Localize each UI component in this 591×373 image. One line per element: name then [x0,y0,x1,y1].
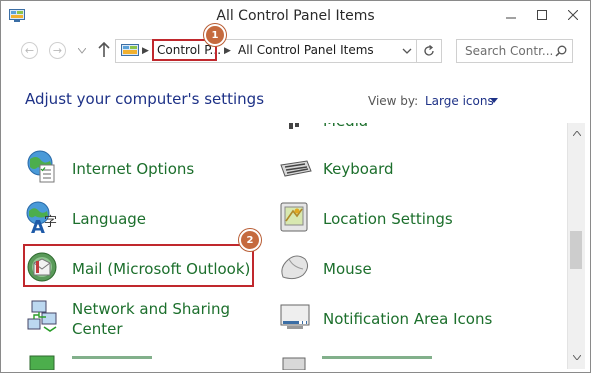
network-icon [27,300,57,332]
item-label: Location Settings [323,210,453,228]
view-by-label: View by: [368,94,419,108]
vertical-scrollbar[interactable] [567,123,585,369]
close-button[interactable] [558,1,588,29]
language-globe-icon: A 字 [26,201,57,235]
phone-modem-icon [282,357,306,370]
maximize-icon [537,10,547,20]
item-label: Network and Sharing [72,300,230,318]
keyboard-icon [280,160,312,177]
refresh-icon [424,45,434,56]
scroll-up-button[interactable] [568,125,585,141]
scroll-up-icon [572,130,581,136]
breadcrumb-separator-icon: ▶ [224,46,231,56]
page-title: Adjust your computer's settings [25,90,265,108]
item-label: Mouse [323,260,372,278]
navigation-bar: ← → ▶ Control P... ▶ All Control Panel I… [1,24,590,67]
annotation-badge-2: 2 [239,229,261,251]
search-icon[interactable] [555,45,567,57]
forward-arrow-icon: → [52,44,63,57]
item-label: Notification Area Icons [323,310,493,328]
search-placeholder: Search Contr... [465,44,554,58]
item-label: Language [72,210,147,228]
close-icon [568,10,578,20]
address-dropdown-icon[interactable] [401,44,413,58]
refresh-button[interactable] [416,40,441,62]
annotation-highlight-mail [23,244,254,287]
view-by-caret-icon[interactable] [490,98,498,103]
svg-text:A: A [31,217,45,235]
view-by-dropdown[interactable]: Large icons [425,94,494,108]
minimize-button[interactable] [496,1,526,29]
control-panel-item-mouse[interactable]: Mouse [277,249,477,289]
control-panel-item-network-sharing-center[interactable]: Network and Sharing Center [26,299,246,345]
back-button[interactable]: ← [21,42,38,59]
address-bar[interactable]: ▶ Control P... ▶ All Control Panel Items [115,39,442,63]
maximize-button[interactable] [527,1,557,29]
item-label: Keyboard [323,160,394,178]
svg-text:字: 字 [44,215,57,230]
control-panel-item-location-settings[interactable]: Location Settings [277,199,497,239]
back-arrow-icon: ← [24,44,35,57]
control-panel-item-language[interactable]: A 字 Language [26,199,246,239]
recent-locations-chevron-icon[interactable] [78,48,86,54]
notification-area-icon [280,304,310,329]
breadcrumb-all-control-panel-items[interactable]: All Control Panel Items [238,43,374,57]
control-panel-item-notification-area-icons[interactable]: Notification Area Icons [277,299,517,339]
minimize-icon [506,17,516,19]
mouse-icon [281,255,309,280]
partial-item-label [322,356,432,359]
scroll-down-icon [572,354,581,360]
personalization-icon [29,355,55,370]
item-label: Internet Options [72,160,195,178]
title-bar: All Control Panel Items [1,1,590,33]
control-panel-item-keyboard[interactable]: Keyboard [277,149,477,189]
location-device-icon [280,202,308,232]
scroll-down-button[interactable] [568,349,585,365]
item-label: Media [323,123,368,131]
forward-button[interactable]: → [49,42,66,59]
up-arrow-icon[interactable] [97,41,111,59]
annotation-badge-1: 1 [204,24,226,46]
scroll-thumb[interactable] [570,231,582,269]
breadcrumb-separator-icon: ▶ [142,46,149,56]
item-label: Center [72,320,123,338]
search-input[interactable]: Search Contr... [456,39,573,63]
control-panel-icon [121,44,139,56]
globe-icon [27,150,55,183]
control-panel-item-internet-options[interactable]: Internet Options [26,149,246,189]
media-icon [289,123,299,129]
control-panel-window: All Control Panel Items ← → ▶ Control P.… [0,0,591,373]
partial-item-label [72,356,152,359]
